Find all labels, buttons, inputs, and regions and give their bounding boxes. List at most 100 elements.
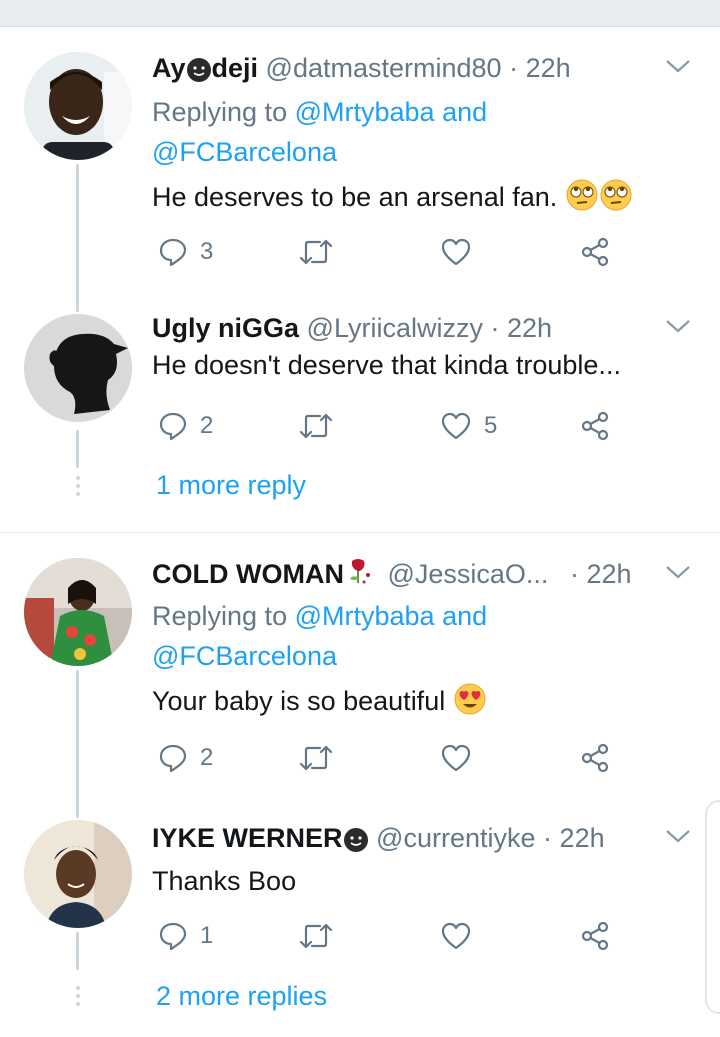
- share-button[interactable]: [580, 232, 610, 272]
- like-button[interactable]: [440, 916, 472, 956]
- thread-dot: [76, 492, 80, 496]
- timestamp[interactable]: 22h: [507, 313, 552, 343]
- retweet-icon: [299, 923, 333, 949]
- tweet-text: Thanks Boo: [152, 866, 297, 896]
- reply-button[interactable]: 1: [158, 916, 213, 956]
- tweet[interactable]: IYKE WERNER @currentiyke · 22h Thanks Bo…: [152, 820, 712, 900]
- eye-roll-emoji-icon: [565, 178, 599, 222]
- reply-button[interactable]: 3: [158, 232, 213, 272]
- replying-to-label: Replying to: [152, 601, 288, 631]
- tweet-actions: 2: [152, 738, 712, 778]
- timestamp[interactable]: 22h: [526, 53, 571, 83]
- tweet-header: IYKE WERNER @currentiyke · 22h: [152, 820, 712, 862]
- and-label[interactable]: and: [442, 97, 487, 127]
- avatar[interactable]: [24, 558, 132, 666]
- scroll-indicator[interactable]: [705, 800, 720, 1014]
- tweet-text: Your baby is so beautiful: [152, 682, 712, 726]
- mention-link[interactable]: @Mrtybaba: [295, 601, 435, 631]
- like-icon: [441, 238, 471, 266]
- reply-button[interactable]: 2: [158, 738, 213, 778]
- reply-icon: [159, 412, 187, 441]
- reply-count: 2: [200, 412, 214, 439]
- divider: [0, 532, 720, 533]
- mention-link[interactable]: @FCBarcelona: [152, 641, 337, 671]
- and-label[interactable]: and: [442, 601, 487, 631]
- more-replies-link[interactable]: 2 more replies: [156, 981, 327, 1012]
- separator: ·: [569, 559, 579, 589]
- tweet-header: Ugly niGGa @Lyriicalwizzy · 22h: [152, 310, 712, 346]
- timestamp[interactable]: 22h: [586, 559, 631, 589]
- retweet-button[interactable]: [298, 232, 334, 272]
- thread-line: [76, 164, 79, 312]
- more-replies-link[interactable]: 1 more reply: [156, 470, 306, 501]
- chevron-down-icon[interactable]: [664, 56, 692, 76]
- avatar-image: [24, 314, 132, 422]
- heart-eyes-emoji-icon: [453, 682, 487, 726]
- separator: ·: [543, 823, 553, 853]
- share-icon: [581, 921, 609, 951]
- thread-line: [76, 430, 79, 468]
- share-button[interactable]: [580, 738, 610, 778]
- separator: ·: [509, 53, 519, 83]
- reply-count: 1: [200, 922, 214, 949]
- share-icon: [581, 411, 609, 441]
- reply-count: 3: [200, 238, 214, 265]
- tweet[interactable]: Ugly niGGa @Lyriicalwizzy · 22h He doesn…: [152, 310, 712, 384]
- reply-icon: [159, 238, 187, 267]
- chevron-down-icon[interactable]: [664, 316, 692, 336]
- thread-dot: [76, 484, 80, 488]
- mention-link[interactable]: @Mrtybaba: [295, 97, 435, 127]
- share-icon: [581, 743, 609, 773]
- display-name[interactable]: Ugly niGGa: [152, 313, 299, 343]
- mention-link[interactable]: @FCBarcelona: [152, 137, 337, 167]
- replying-to: Replying to @Mrtybaba and @FCBarcelona: [152, 596, 712, 676]
- tweet[interactable]: COLD WOMAN @JessicaO... · 22h Replying t…: [152, 556, 712, 726]
- top-bar: [0, 0, 720, 27]
- tweet-text: He doesn't deserve that kinda trouble...: [152, 350, 621, 380]
- tweet-body: Your baby is so beautiful: [152, 686, 446, 716]
- avatar[interactable]: [24, 314, 132, 422]
- tweet[interactable]: Ay deji @datmastermind80 · 22h Replying t…: [152, 50, 712, 222]
- like-count: 5: [484, 412, 498, 439]
- reply-button[interactable]: 2: [158, 406, 213, 446]
- thread-dot: [76, 994, 80, 998]
- chevron-down-icon[interactable]: [664, 826, 692, 846]
- share-button[interactable]: [580, 406, 610, 446]
- retweet-button[interactable]: [298, 916, 334, 956]
- reply-icon: [159, 922, 187, 951]
- like-button[interactable]: 5: [440, 406, 497, 446]
- avatar[interactable]: [24, 52, 132, 160]
- avatar-image: [24, 558, 132, 666]
- avatar-image: [24, 820, 132, 928]
- timestamp[interactable]: 22h: [560, 823, 605, 853]
- retweet-icon: [299, 239, 333, 265]
- user-handle[interactable]: @currentiyke: [376, 823, 535, 853]
- display-name[interactable]: IYKE WERNER: [152, 823, 343, 853]
- chevron-down-icon[interactable]: [664, 562, 692, 582]
- reply-icon: [159, 744, 187, 773]
- like-icon: [441, 744, 471, 772]
- display-name[interactable]: Ay: [152, 53, 186, 83]
- like-button[interactable]: [440, 738, 472, 778]
- share-button[interactable]: [580, 916, 610, 956]
- tweet-text: He deserves to be an arsenal fan.: [152, 178, 712, 222]
- like-icon: [441, 412, 471, 440]
- tweet-body: He deserves to be an arsenal fan.: [152, 182, 558, 212]
- display-name[interactable]: COLD WOMAN: [152, 559, 344, 589]
- tweet-actions: 3: [152, 232, 712, 272]
- user-handle[interactable]: @JessicaO...: [387, 559, 548, 589]
- replying-to-label: Replying to: [152, 97, 288, 127]
- thread-dot: [76, 1002, 80, 1006]
- retweet-icon: [299, 745, 333, 771]
- tweet-header: Ay deji @datmastermind80 · 22h: [152, 50, 712, 92]
- retweet-button[interactable]: [298, 738, 334, 778]
- display-name-suffix[interactable]: deji: [212, 53, 259, 83]
- tweet-actions: 2 5: [152, 406, 712, 446]
- avatar[interactable]: [24, 820, 132, 928]
- user-handle[interactable]: @Lyriicalwizzy: [307, 313, 483, 343]
- eye-roll-emoji-icon: [599, 178, 633, 222]
- user-handle[interactable]: @datmastermind80: [266, 53, 502, 83]
- retweet-icon: [299, 413, 333, 439]
- like-button[interactable]: [440, 232, 472, 272]
- retweet-button[interactable]: [298, 406, 334, 446]
